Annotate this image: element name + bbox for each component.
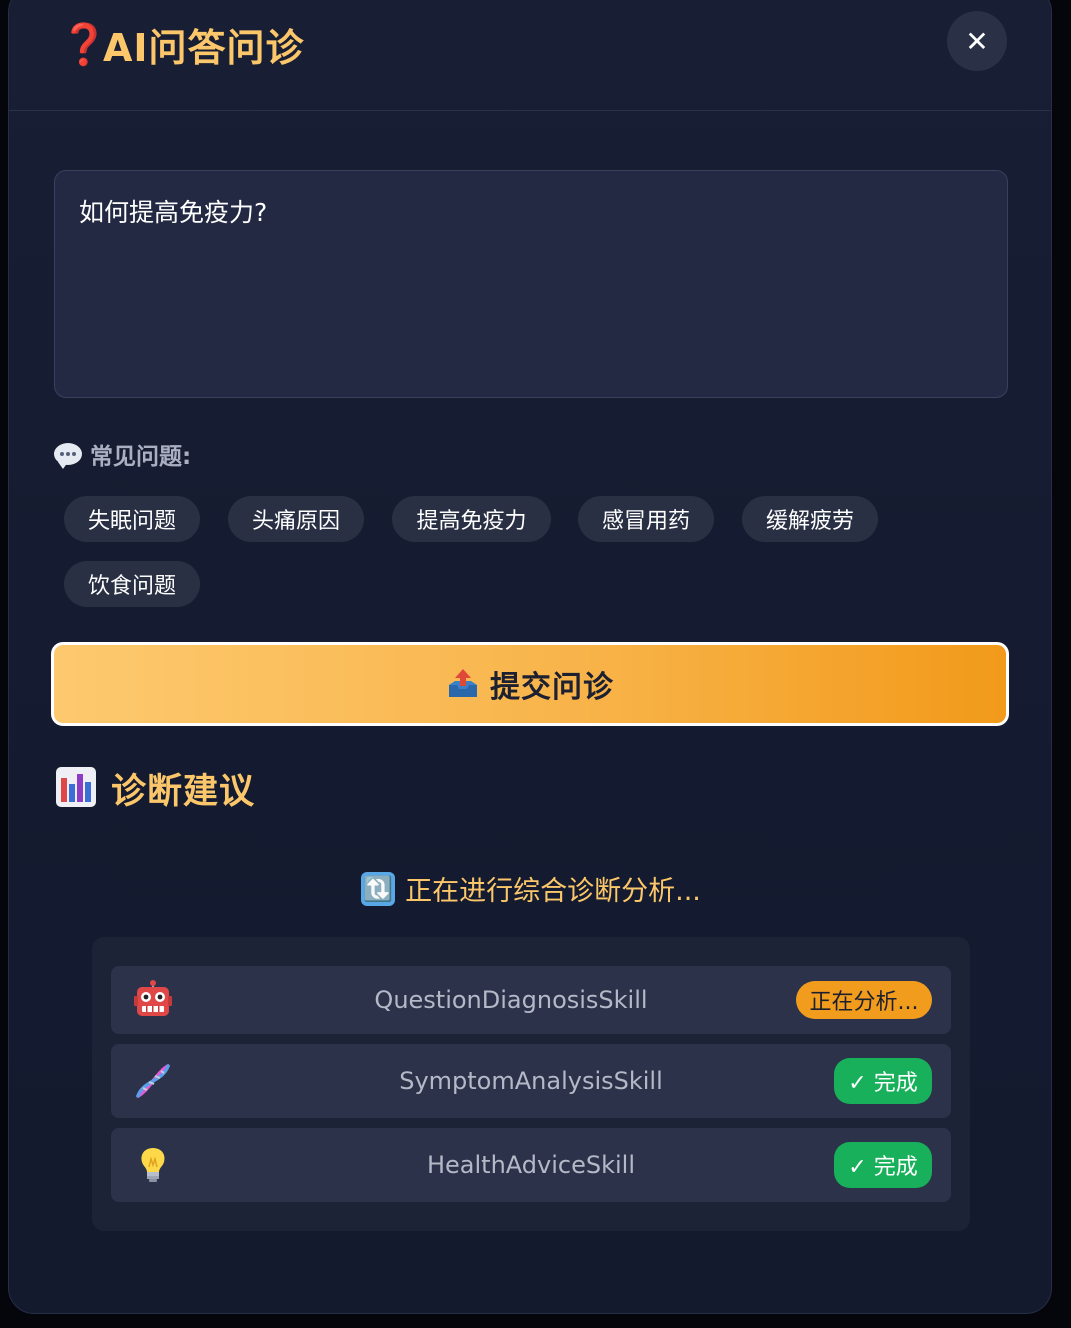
faq-label-text: 常见问题: <box>90 444 192 470</box>
close-button[interactable]: ✕ <box>947 11 1007 71</box>
page-title: ❓ AI问答问诊 <box>59 17 305 72</box>
close-icon: ✕ <box>965 24 989 58</box>
status-badge-analyzing: 正在分析... <box>796 981 932 1019</box>
results-title: 诊断建议 <box>55 763 255 814</box>
status-badge-done: ✓ 完成 <box>834 1142 932 1188</box>
bar-chart-icon <box>55 766 97 812</box>
refresh-icon: 🔃 <box>361 871 396 906</box>
faq-chip-headache[interactable]: 头痛原因 <box>228 496 364 542</box>
submit-label: 提交问诊 <box>490 670 614 705</box>
skill-name: HealthAdviceSkill <box>426 1151 635 1179</box>
question-input[interactable]: 如何提高免疫力? <box>54 170 1008 398</box>
skills-panel: QuestionDiagnosisSkill 正在分析... SymptomAn… <box>92 937 970 1231</box>
faq-chip-fatigue[interactable]: 缓解疲劳 <box>742 496 878 542</box>
results-title-text: 诊断建议 <box>111 772 256 812</box>
submit-button[interactable]: 提交问诊 <box>51 642 1009 726</box>
skill-name: SymptomAnalysisSkill <box>399 1067 663 1095</box>
faq-chip-immunity[interactable]: 提高免疫力 <box>392 496 551 542</box>
faq-label: 常见问题: <box>54 437 191 471</box>
outbox-tray-icon <box>446 667 480 701</box>
skill-row-health-advice: HealthAdviceSkill ✓ 完成 <box>111 1128 951 1202</box>
status-badge-done: ✓ 完成 <box>834 1058 932 1104</box>
skill-row-question-diagnosis: QuestionDiagnosisSkill 正在分析... <box>111 966 951 1034</box>
analysis-status: 🔃 正在进行综合诊断分析... <box>9 869 1051 908</box>
analysis-status-text: 正在进行综合诊断分析... <box>405 876 701 907</box>
diagnosis-modal: ❓ AI问答问诊 ✕ 如何提高免疫力? 常见问题: 失眠问题 头痛原因 提高免疫… <box>8 0 1052 1314</box>
skill-row-symptom-analysis: SymptomAnalysisSkill ✓ 完成 <box>111 1044 951 1118</box>
modal-header: ❓ AI问答问诊 ✕ <box>9 1 1051 111</box>
faq-chip-insomnia[interactable]: 失眠问题 <box>64 496 200 542</box>
question-mark-icon: ❓ <box>59 21 109 68</box>
faq-chip-cold-medicine[interactable]: 感冒用药 <box>578 496 714 542</box>
title-text: AI问答问诊 <box>103 26 305 70</box>
speech-bubble-icon <box>54 443 82 469</box>
faq-chip-diet[interactable]: 饮食问题 <box>64 561 200 607</box>
